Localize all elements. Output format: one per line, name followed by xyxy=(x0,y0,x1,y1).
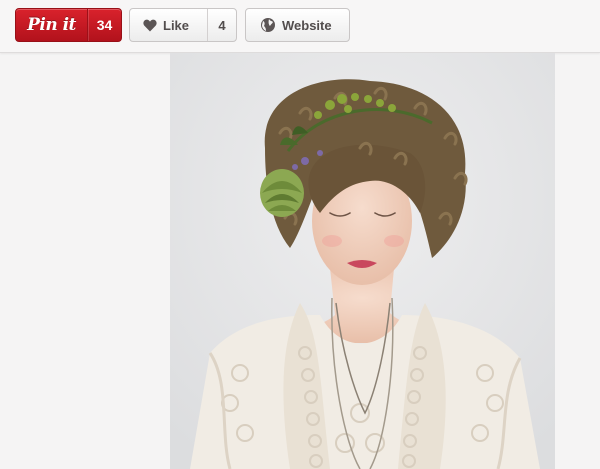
repin-count: 34 xyxy=(96,17,113,33)
website-label: Website xyxy=(282,17,332,33)
globe-icon xyxy=(261,18,275,32)
pin-it-label: Pin it xyxy=(27,15,76,35)
artichoke-flower xyxy=(260,169,304,217)
like-button[interactable]: Like 4 xyxy=(129,8,237,42)
like-main: Like xyxy=(130,9,207,41)
pin-it-button[interactable]: Pin it 34 xyxy=(15,8,122,42)
pin-toolbar: Pin it 34 Like 4 Website xyxy=(0,0,600,53)
like-label: Like xyxy=(163,17,190,33)
like-count: 4 xyxy=(218,17,226,33)
heart-icon xyxy=(143,19,157,31)
portrait-illustration xyxy=(170,53,555,469)
pin-photo[interactable] xyxy=(170,53,555,469)
website-button[interactable]: Website xyxy=(245,8,350,42)
